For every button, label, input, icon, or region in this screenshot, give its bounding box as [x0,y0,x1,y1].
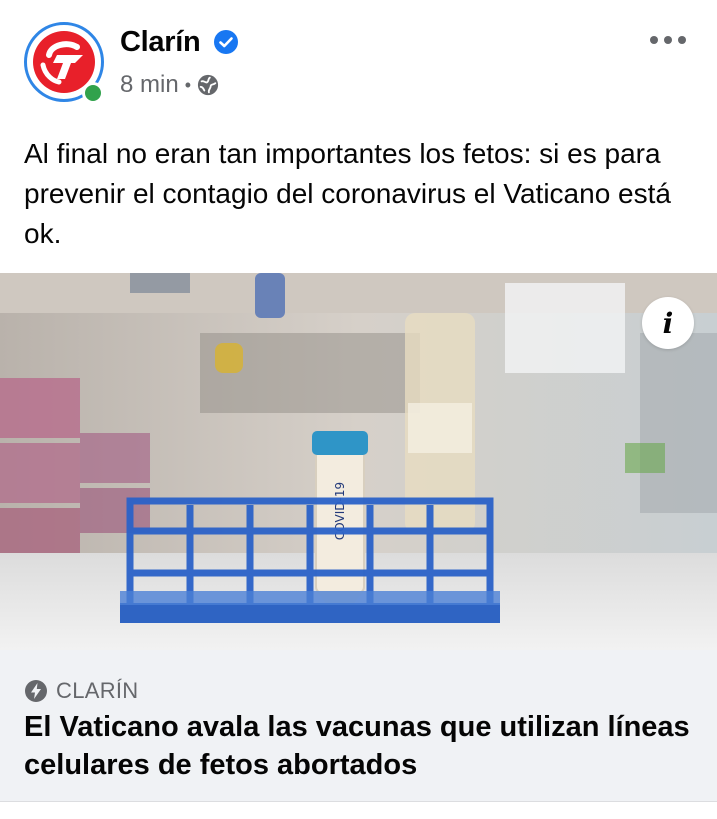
page-name[interactable]: Clarín [120,26,201,59]
link-source: CLARÍN [24,678,139,704]
info-icon: i [662,306,674,340]
link-preview-footer[interactable]: CLARÍN El Vaticano avala las vacunas que… [0,650,717,802]
more-dot [664,36,672,44]
post-message: Al final no eran tan importantes los fet… [24,138,671,249]
more-dot [678,36,686,44]
link-source-label: CLARÍN [56,678,139,703]
link-preview-image[interactable]: COVID-19 [0,273,717,650]
lab-photo: COVID-19 [0,273,717,650]
online-status-dot [82,82,104,104]
bolt-icon [25,680,47,702]
info-button[interactable]: i [642,297,694,349]
more-dot [650,36,658,44]
post-timestamp[interactable]: 8 min [120,71,179,99]
verified-badge-icon [214,30,238,54]
meta-separator: • [184,74,191,95]
more-options-button[interactable] [646,28,690,52]
post-header: Clarín 8 min • [0,0,717,120]
globe-icon[interactable] [197,74,219,96]
link-title[interactable]: El Vaticano avala las vacunas que utiliz… [24,708,694,784]
post-meta: 8 min • [120,70,219,100]
